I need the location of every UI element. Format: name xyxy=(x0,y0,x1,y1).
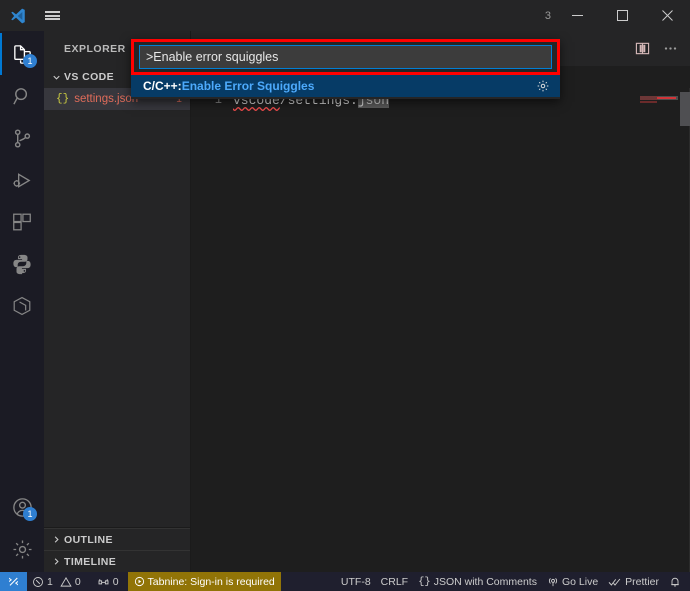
explorer-folder-label: VS CODE xyxy=(64,71,115,83)
result-label: Enable Error Squiggles xyxy=(181,79,315,93)
hamburger-menu-icon[interactable] xyxy=(35,0,69,31)
sidebar-item-python[interactable] xyxy=(0,243,44,285)
eol-label: CRLF xyxy=(380,575,409,588)
workbench-body: 1 1 EXPLORER VS CODE {} settings.json 1 … xyxy=(0,31,690,572)
window-title-fragment: 3 xyxy=(544,9,551,22)
outline-section-header[interactable]: OUTLINE xyxy=(44,528,190,550)
ports-icon xyxy=(97,576,110,588)
chevron-right-icon xyxy=(48,532,64,548)
title-bar-drag-region xyxy=(69,0,545,31)
status-ports[interactable]: 0 xyxy=(92,572,124,591)
sidebar-item-container[interactable] xyxy=(0,285,44,327)
timeline-section-label: TIMELINE xyxy=(64,555,117,568)
activity-bar-top-group: 1 xyxy=(0,33,44,327)
window-controls xyxy=(555,0,690,31)
status-problems[interactable]: 1 0 xyxy=(27,572,86,591)
vscode-logo-icon xyxy=(0,0,35,31)
play-circle-icon xyxy=(134,576,145,587)
accounts-button[interactable]: 1 xyxy=(0,486,44,528)
warning-count: 0 xyxy=(74,575,81,588)
extensions-icon xyxy=(11,211,33,233)
explorer-sidebar: EXPLORER VS CODE {} settings.json 1 OUTL… xyxy=(44,31,191,572)
cube-icon xyxy=(11,295,33,317)
code-content[interactable]: vscode/settings.json xyxy=(233,88,634,572)
status-notifications[interactable] xyxy=(664,572,686,591)
status-tabnine[interactable]: Tabnine: Sign-in is required xyxy=(127,572,281,591)
editor-scrollbar[interactable] xyxy=(680,92,690,126)
broadcast-icon xyxy=(547,576,559,588)
outline-section-label: OUTLINE xyxy=(64,533,113,546)
python-icon xyxy=(11,253,33,275)
bell-icon xyxy=(669,576,681,588)
gear-icon xyxy=(11,538,34,561)
chevron-right-icon xyxy=(48,554,64,570)
remote-window-indicator[interactable] xyxy=(0,572,27,591)
close-button[interactable] xyxy=(645,0,690,31)
command-palette-input-highlight xyxy=(131,39,560,75)
error-icon xyxy=(32,576,44,588)
remote-window-icon xyxy=(7,575,20,588)
minimize-button[interactable] xyxy=(555,0,600,31)
sidebar-item-extensions[interactable] xyxy=(0,201,44,243)
command-palette-result-row[interactable]: C/C++: Enable Error Squiggles xyxy=(131,75,560,97)
split-editor-icon[interactable] xyxy=(628,35,656,63)
sidebar-bottom-sections: OUTLINE TIMELINE xyxy=(44,527,190,572)
result-category: C/C++: xyxy=(143,79,182,93)
text-editor[interactable]: 1 vscode/settings.json xyxy=(191,88,690,572)
json-braces-icon: {} xyxy=(56,93,70,105)
status-prettier[interactable]: Prettier xyxy=(603,572,664,591)
explorer-badge: 1 xyxy=(23,54,37,68)
encoding-label: UTF-8 xyxy=(340,575,371,588)
vscode-window: 3 1 1 EXPLORER VS CODE {} settings.json … xyxy=(0,0,690,591)
sidebar-item-source-control[interactable] xyxy=(0,117,44,159)
maximize-button[interactable] xyxy=(600,0,645,31)
sidebar-item-run-and-debug[interactable] xyxy=(0,159,44,201)
title-bar: 3 xyxy=(0,0,690,31)
status-language-mode[interactable]: {} JSON with Comments xyxy=(413,572,542,591)
activity-bar: 1 1 xyxy=(0,31,44,572)
file-tree: {} settings.json 1 xyxy=(44,88,190,527)
ellipsis-icon[interactable] xyxy=(656,35,684,63)
status-eol[interactable]: CRLF xyxy=(376,572,413,591)
run-debug-icon xyxy=(11,169,34,192)
activity-bar-bottom-group: 1 xyxy=(0,486,44,570)
timeline-section-header[interactable]: TIMELINE xyxy=(44,550,190,572)
tabnine-label: Tabnine: Sign-in is required xyxy=(147,575,275,588)
ports-count: 0 xyxy=(112,575,119,588)
chevron-down-icon xyxy=(48,69,64,85)
status-encoding[interactable]: UTF-8 xyxy=(336,572,376,591)
command-palette: C/C++: Enable Error Squiggles xyxy=(131,39,560,99)
command-palette-input[interactable] xyxy=(139,45,552,69)
sidebar-item-search[interactable] xyxy=(0,75,44,117)
status-bar-right: UTF-8 CRLF {} JSON with Comments Go Live xyxy=(336,572,690,591)
accounts-badge: 1 xyxy=(23,507,37,521)
search-icon xyxy=(11,85,34,108)
warning-icon xyxy=(60,576,72,588)
sidebar-item-explorer[interactable]: 1 xyxy=(0,33,44,75)
overview-ruler-error-marker xyxy=(657,97,676,99)
gear-icon[interactable] xyxy=(534,77,552,95)
status-go-live[interactable]: Go Live xyxy=(542,572,603,591)
status-bar: 1 0 0 Tabnine: Sign-in is required UTF-8… xyxy=(0,572,690,591)
go-live-label: Go Live xyxy=(561,575,599,588)
check-check-icon xyxy=(608,576,622,588)
prettier-label: Prettier xyxy=(625,575,659,588)
manage-settings-button[interactable] xyxy=(0,528,44,570)
file-name: settings.json xyxy=(74,93,139,105)
error-count: 1 xyxy=(47,575,53,588)
minimap[interactable] xyxy=(634,88,690,572)
command-palette-results: C/C++: Enable Error Squiggles xyxy=(131,75,560,99)
json-braces-icon: {} xyxy=(418,575,431,588)
language-mode-label: JSON with Comments xyxy=(433,575,537,588)
editor-group: {} settings.json 1 vscode/settings.json xyxy=(191,31,690,572)
line-numbers: 1 xyxy=(191,88,233,572)
source-control-icon xyxy=(11,127,34,150)
minimap-error-marker xyxy=(640,101,657,103)
